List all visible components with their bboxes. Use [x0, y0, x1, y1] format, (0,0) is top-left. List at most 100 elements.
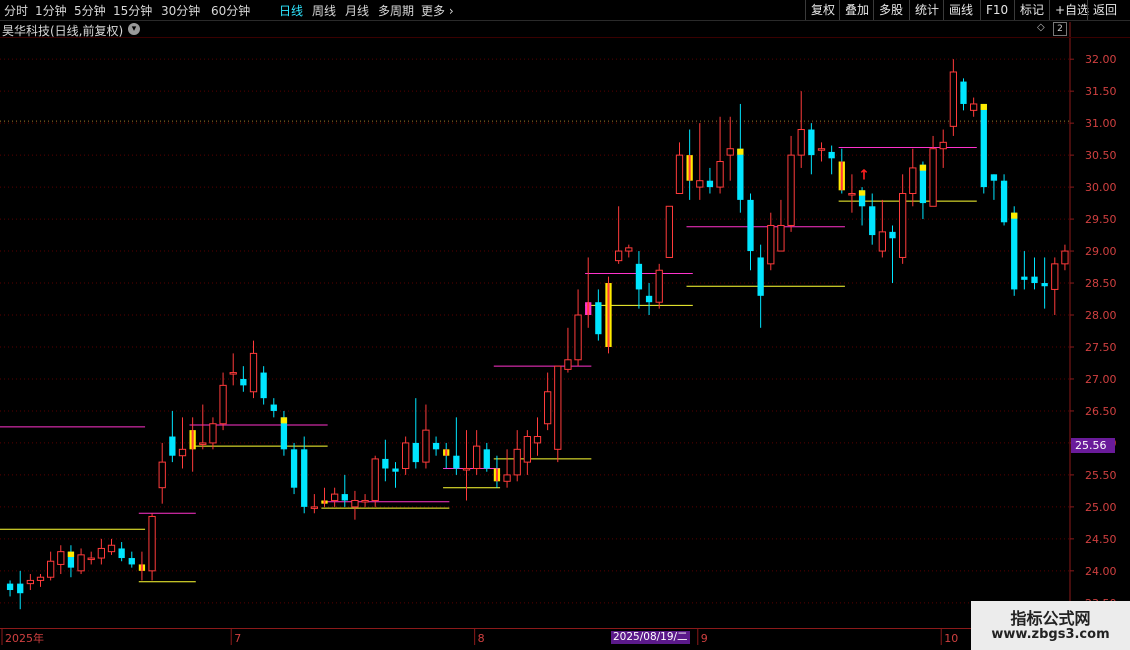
candle-body-4: [46, 560, 55, 578]
candle-body-94: [960, 81, 967, 104]
candle-body-102: [1041, 283, 1048, 287]
y-tick-label-4: 25.50: [1085, 469, 1117, 482]
candle-body-81: [828, 151, 835, 159]
candle-body-68: [696, 180, 704, 188]
candle-body-64: [655, 269, 663, 303]
candle-body-37: [382, 458, 389, 469]
candle-body-103: [1051, 263, 1059, 290]
candle-body-58: [595, 302, 602, 335]
x-tick-label-1: 7: [234, 632, 241, 645]
candle-body-5: [57, 551, 65, 565]
candle-body-99: [1011, 212, 1018, 290]
y-tick-label-12: 29.50: [1085, 213, 1117, 226]
candle-cap-90: [919, 164, 927, 171]
candle-body-11: [118, 548, 125, 559]
candle-body-96: [980, 103, 987, 188]
candle-body-42: [432, 442, 440, 450]
candle-body-91: [929, 148, 937, 207]
y-tick-label-17: 32.00: [1085, 53, 1117, 66]
candle-stripe-67: [688, 155, 691, 181]
candle-body-77: [787, 154, 795, 226]
candle-body-78: [797, 129, 805, 156]
candle-body-52: [533, 436, 542, 444]
candle-body-87: [889, 231, 896, 239]
candle-cap-27: [280, 417, 288, 424]
candle-body-36: [371, 458, 379, 501]
y-tick-label-6: 26.50: [1085, 405, 1117, 418]
signal-arrow-icon: ↑: [858, 167, 870, 183]
candle-body-104: [1061, 250, 1069, 265]
x-tick-label-4: 10: [944, 632, 958, 645]
candle-stripe-31: [323, 500, 326, 504]
candle-body-35: [361, 499, 369, 503]
candle-cap-72: [737, 148, 744, 155]
candle-body-16: [169, 436, 176, 456]
watermark-title: 指标公式网: [1010, 609, 1091, 628]
y-tick-label-2: 24.50: [1085, 533, 1117, 546]
candle-body-38: [392, 468, 399, 472]
x-tick-label-2: 8: [478, 632, 485, 645]
candle-body-75: [767, 224, 775, 265]
candle-body-33: [341, 494, 348, 501]
candle-body-95: [969, 103, 978, 111]
candle-body-40: [412, 442, 419, 463]
candle-body-65: [665, 205, 674, 258]
candle-body-61: [625, 247, 633, 252]
candle-body-15: [158, 461, 166, 489]
candle-body-79: [808, 129, 815, 156]
candle-body-51: [523, 436, 532, 463]
y-tick-label-9: 28.00: [1085, 309, 1117, 322]
candle-body-73: [747, 199, 754, 252]
candle-body-44: [453, 455, 460, 469]
candle-body-98: [1000, 180, 1008, 223]
y-tick-label-10: 28.50: [1085, 277, 1117, 290]
candle-body-39: [401, 442, 410, 470]
candle-body-80: [817, 148, 826, 151]
y-tick-label-11: 29.00: [1085, 245, 1117, 258]
candle-body-12: [128, 558, 135, 565]
candle-body-101: [1031, 276, 1038, 284]
x-tick-label-0: 2025年: [5, 631, 44, 645]
candle-body-1: [17, 583, 24, 594]
candle-stripe-82: [840, 161, 843, 191]
candle-body-55: [564, 359, 572, 370]
candle-body-9: [97, 547, 106, 559]
y-tick-label-8: 27.50: [1085, 341, 1117, 354]
candle-body-0: [6, 583, 14, 591]
candle-body-21: [219, 384, 227, 425]
candle-body-23: [240, 378, 247, 386]
candle-stripe-18: [191, 430, 194, 450]
candle-body-76: [777, 224, 785, 252]
candle-cap-99: [1011, 212, 1018, 219]
candle-body-22: [229, 372, 237, 375]
candle-body-28: [290, 449, 298, 488]
candle-body-47: [483, 449, 490, 469]
crosshair-date-tag: 2025/08/19/二: [611, 631, 690, 644]
candle-body-92: [939, 141, 947, 150]
candle-body-69: [706, 180, 714, 188]
candle-body-63: [645, 295, 653, 303]
candle-body-20: [209, 423, 217, 444]
y-tick-label-1: 24.00: [1085, 565, 1117, 578]
candle-body-32: [330, 493, 339, 501]
watermark-logo: 指标公式网 www.zbgs3.com: [971, 601, 1130, 650]
candlestick-chart[interactable]: 23.5024.0024.5025.0025.5026.0026.5027.00…: [0, 0, 1130, 650]
candle-body-10: [107, 544, 116, 553]
y-tick-label-7: 27.00: [1085, 373, 1117, 386]
candle-body-34: [351, 499, 359, 508]
candle-body-85: [869, 206, 876, 236]
candle-stripe-13: [140, 564, 143, 571]
candle-body-54: [554, 365, 562, 450]
candle-body-71: [726, 148, 734, 156]
candle-body-88: [898, 192, 907, 258]
candle-body-17: [178, 448, 187, 457]
candle-body-41: [422, 429, 430, 463]
candle-body-29: [301, 449, 308, 507]
current-price-tag: 25.56: [1071, 438, 1115, 453]
candle-body-14: [148, 515, 156, 572]
candle-stripe-57: [587, 302, 590, 316]
candle-body-70: [716, 161, 724, 188]
candle-body-100: [1021, 276, 1028, 280]
candle-body-74: [757, 257, 764, 296]
candle-stripe-48: [495, 468, 498, 482]
